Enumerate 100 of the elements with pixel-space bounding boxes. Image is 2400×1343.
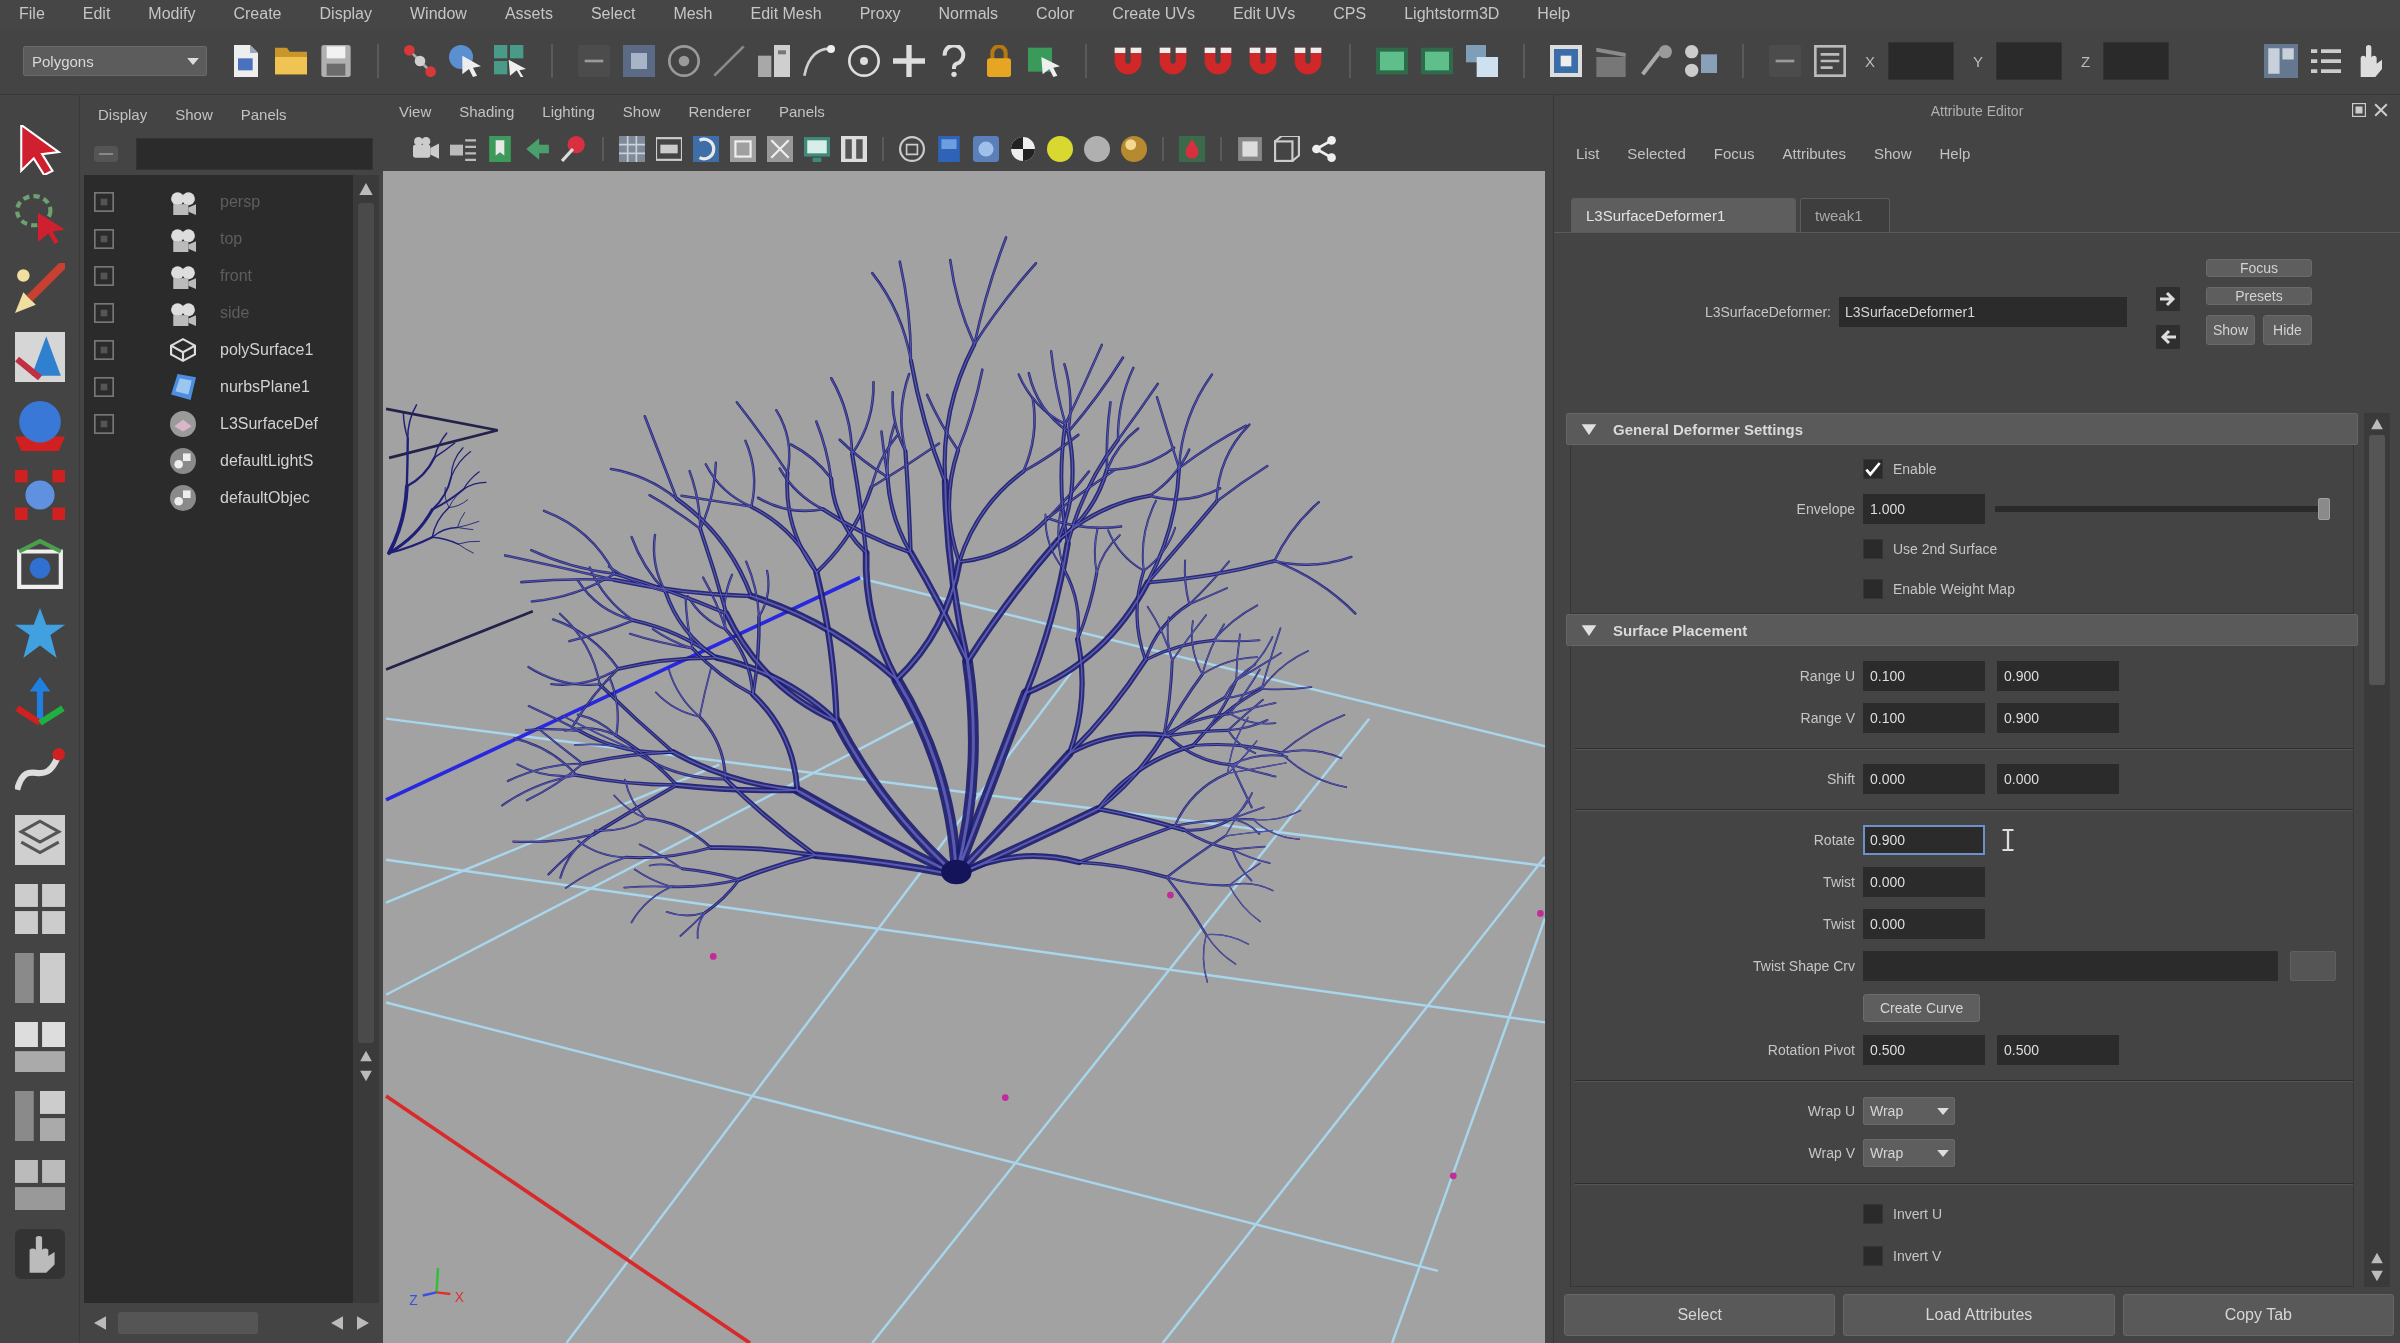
wand-icon[interactable] bbox=[1640, 45, 1672, 77]
square-toggle-icon[interactable] bbox=[94, 339, 114, 360]
outliner-item[interactable]: L3SurfaceDef bbox=[220, 414, 318, 433]
bookmark-icon[interactable] bbox=[487, 136, 513, 162]
checkbox[interactable] bbox=[1863, 1246, 1883, 1266]
magnet-icon[interactable] bbox=[1202, 45, 1234, 77]
panel-menu-item[interactable]: Lighting bbox=[542, 102, 595, 120]
number-field[interactable]: 0.100 bbox=[1863, 703, 1985, 733]
menu-item[interactable]: Help bbox=[1518, 0, 1590, 28]
panel-menu-item[interactable]: Selected bbox=[1627, 144, 1686, 162]
menu-item[interactable]: Assets bbox=[485, 0, 572, 28]
panel-menu-item[interactable]: List bbox=[1576, 144, 1600, 162]
select-button[interactable]: Select bbox=[1564, 1294, 1836, 1336]
number-field[interactable]: 0.000 bbox=[1863, 867, 1985, 897]
render-frame-icon[interactable] bbox=[1376, 45, 1408, 77]
ring-icon[interactable] bbox=[668, 45, 700, 77]
blocks-icon[interactable] bbox=[758, 45, 790, 77]
node-output-icon[interactable] bbox=[2156, 325, 2180, 349]
menu-item[interactable]: Display bbox=[300, 0, 391, 28]
monitor-bars-icon[interactable] bbox=[841, 136, 867, 162]
search-field[interactable] bbox=[136, 138, 373, 170]
menu-item[interactable]: Mesh bbox=[654, 0, 732, 28]
menu-item[interactable]: Edit bbox=[63, 0, 130, 28]
panel-menu-item[interactable]: Help bbox=[1939, 144, 1971, 162]
square-toggle-icon[interactable] bbox=[94, 265, 114, 286]
panel-menu-item[interactable]: Show bbox=[175, 105, 213, 123]
scrollbar[interactable] bbox=[2364, 413, 2390, 1287]
render-view-icon[interactable] bbox=[1550, 45, 1582, 77]
two-pane-layout-icon[interactable] bbox=[14, 1022, 65, 1072]
square-toggle-icon[interactable] bbox=[94, 228, 114, 249]
panel-menu-item[interactable]: Display bbox=[98, 105, 148, 123]
lasso-arrow-icon[interactable] bbox=[14, 194, 65, 244]
outliner-item[interactable]: defaultLightS bbox=[220, 451, 314, 470]
coordinate-input-field[interactable] bbox=[2103, 42, 2170, 80]
share-nodes-icon[interactable] bbox=[1311, 136, 1337, 162]
panel-menu-item[interactable]: Show bbox=[622, 102, 661, 120]
sphere-corners-icon[interactable] bbox=[14, 470, 65, 520]
outliner-item[interactable]: polySurface1 bbox=[220, 340, 314, 359]
sphere-icon[interactable] bbox=[1084, 136, 1110, 162]
checkbox[interactable] bbox=[1863, 459, 1883, 479]
minus-icon[interactable] bbox=[578, 45, 610, 77]
number-field[interactable]: 0.000 bbox=[1863, 764, 1985, 794]
folder-icon[interactable] bbox=[275, 45, 307, 77]
menu-item[interactable]: CPS bbox=[1314, 0, 1386, 28]
float-window-icon[interactable] bbox=[2352, 103, 2366, 117]
lit-sphere-icon[interactable] bbox=[1047, 136, 1073, 162]
camera-icon[interactable] bbox=[413, 136, 439, 162]
checkbox[interactable] bbox=[1863, 1204, 1883, 1224]
arrow-right-icon[interactable] bbox=[355, 1315, 371, 1331]
outliner-item[interactable]: defaultObjec bbox=[220, 488, 310, 507]
panel-menu-item[interactable]: Panels bbox=[240, 105, 287, 123]
cursor-ball-icon[interactable] bbox=[449, 45, 481, 77]
tool-settings-icon[interactable] bbox=[14, 1160, 65, 1210]
panel-menu-item[interactable]: Panels bbox=[778, 102, 825, 120]
menu-item[interactable]: Lightstorm3D bbox=[1385, 0, 1519, 28]
checker-ball-icon[interactable] bbox=[1010, 136, 1036, 162]
glossy-sphere-icon[interactable] bbox=[1121, 136, 1147, 162]
arrow-page-icon[interactable] bbox=[524, 136, 550, 162]
panel-menu-item[interactable]: Shading bbox=[459, 102, 515, 120]
hand-icon[interactable] bbox=[14, 1229, 65, 1279]
number-field[interactable]: 0.100 bbox=[1863, 661, 1985, 691]
section-header[interactable]: Surface Placement bbox=[1566, 614, 2358, 646]
arrow-up-icon[interactable] bbox=[2370, 417, 2384, 431]
magnet-icon[interactable] bbox=[1247, 45, 1279, 77]
number-field[interactable]: 1.000 bbox=[1863, 494, 1985, 524]
number-field[interactable]: 0.900 bbox=[1997, 703, 2119, 733]
cursor-square-icon[interactable] bbox=[1028, 45, 1060, 77]
menu-item[interactable]: Color bbox=[1017, 0, 1094, 28]
magnet-icon[interactable] bbox=[1112, 45, 1144, 77]
copy-tab-button[interactable]: Copy Tab bbox=[2122, 1294, 2394, 1336]
create-curve-button[interactable]: Create Curve bbox=[1863, 994, 1981, 1022]
panel-menu-item[interactable]: Focus bbox=[1713, 144, 1755, 162]
menu-item[interactable]: Edit UVs bbox=[1214, 0, 1315, 28]
paint-brush-icon[interactable] bbox=[14, 263, 65, 313]
number-field[interactable]: 0.500 bbox=[1997, 1035, 2119, 1065]
panel-menu-item[interactable]: Attributes bbox=[1782, 144, 1846, 162]
field-chart-icon[interactable] bbox=[767, 136, 793, 162]
curve-input-field[interactable] bbox=[1863, 951, 2278, 981]
number-field[interactable]: 0.000 bbox=[1997, 764, 2119, 794]
graph-layout-icon[interactable] bbox=[14, 1091, 65, 1141]
box-manipulator-icon[interactable] bbox=[14, 539, 65, 589]
magnet-icon[interactable] bbox=[1292, 45, 1324, 77]
arrow-up-icon[interactable] bbox=[2370, 1251, 2384, 1265]
square-icon[interactable] bbox=[623, 45, 655, 77]
focus-button[interactable]: Focus bbox=[2206, 259, 2312, 277]
presets-button[interactable]: Presets bbox=[2206, 287, 2312, 305]
panel-layout-icon[interactable] bbox=[2264, 44, 2298, 78]
arrow-down-icon[interactable] bbox=[359, 1069, 373, 1083]
isolate-cube-icon[interactable] bbox=[1237, 136, 1263, 162]
coordinate-input-field[interactable] bbox=[1888, 42, 1954, 80]
pin-icon[interactable] bbox=[561, 136, 587, 162]
side-pane-layout-icon[interactable] bbox=[14, 953, 65, 1003]
node-input-icon[interactable] bbox=[2156, 287, 2180, 311]
node-chain-icon[interactable] bbox=[404, 45, 436, 77]
menu-item[interactable]: Select bbox=[571, 0, 655, 28]
star-icon[interactable] bbox=[14, 608, 65, 658]
camera-list-icon[interactable] bbox=[450, 136, 476, 162]
layers-icon[interactable] bbox=[14, 815, 65, 865]
slider-thumb[interactable] bbox=[2318, 498, 2330, 520]
panel-menu-item[interactable]: View bbox=[399, 102, 432, 120]
